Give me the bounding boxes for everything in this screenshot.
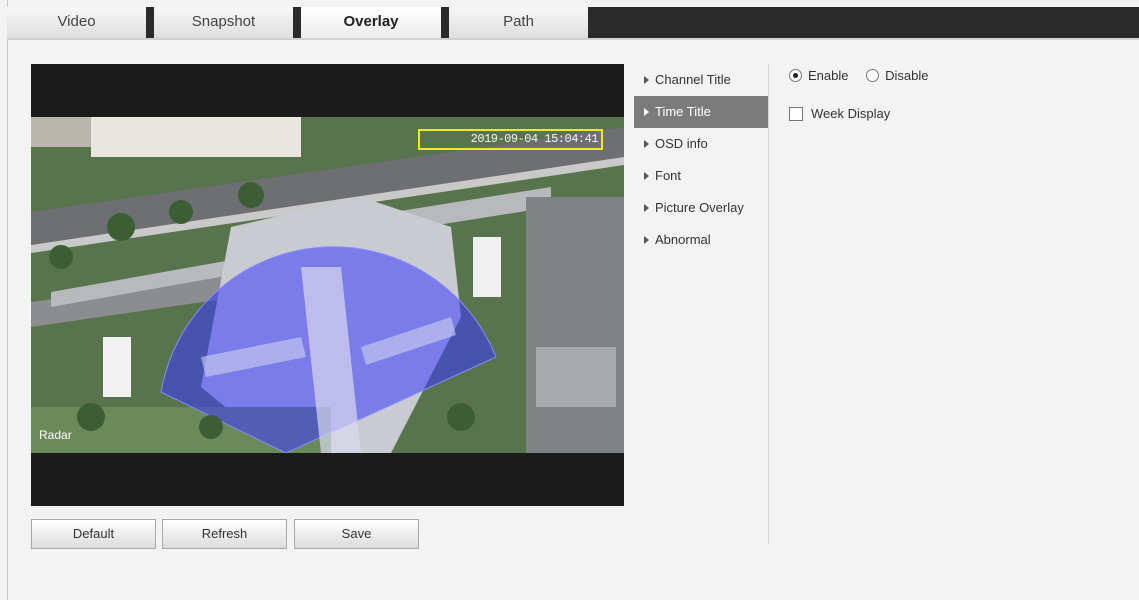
week-display-label: Week Display bbox=[811, 106, 891, 121]
menu-item-label: Font bbox=[655, 168, 682, 183]
menu-item-label: Channel Title bbox=[655, 72, 731, 87]
week-display-checkbox[interactable] bbox=[789, 106, 803, 121]
menu-item-label: OSD info bbox=[655, 136, 708, 151]
aerial-camera-image bbox=[31, 117, 624, 453]
refresh-button[interactable]: Refresh bbox=[162, 519, 287, 549]
aerial-scene bbox=[31, 117, 624, 453]
week-display-option[interactable]: Week Display bbox=[789, 106, 890, 122]
menu-item-picture-overlay[interactable]: Picture Overlay bbox=[634, 192, 768, 224]
caret-right-icon bbox=[644, 171, 649, 180]
menu-item-abnormal[interactable]: Abnormal bbox=[634, 224, 768, 256]
video-preview[interactable]: 2019-09-04 15:04:41 Radar bbox=[31, 64, 624, 506]
default-button[interactable]: Default bbox=[31, 519, 156, 549]
menu-item-font[interactable]: Font bbox=[634, 160, 768, 192]
menu-item-label: Abnormal bbox=[655, 232, 711, 247]
tab-bar-divider bbox=[7, 38, 1139, 40]
caret-right-icon bbox=[644, 75, 649, 84]
caret-right-icon bbox=[644, 235, 649, 244]
tab-overlay[interactable]: Overlay bbox=[301, 7, 449, 39]
menu-item-channel-title[interactable]: Channel Title bbox=[634, 64, 768, 96]
disable-radio[interactable] bbox=[866, 69, 880, 83]
caret-right-icon bbox=[644, 139, 649, 148]
tab-snapshot[interactable]: Snapshot bbox=[154, 7, 301, 39]
tab-video[interactable]: Video bbox=[7, 7, 154, 39]
time-title-osd-box[interactable]: 2019-09-04 15:04:41 bbox=[418, 129, 603, 150]
disable-radio-option[interactable]: Disable bbox=[866, 68, 928, 83]
radar-label: Radar bbox=[39, 428, 72, 442]
caret-right-icon bbox=[644, 203, 649, 212]
enable-label: Enable bbox=[808, 68, 849, 83]
enable-radio[interactable] bbox=[789, 69, 802, 83]
enable-radio-option[interactable]: Enable bbox=[789, 68, 852, 83]
tab-bar: Video Snapshot Overlay Path bbox=[7, 7, 1139, 39]
overlay-menu: Channel Title Time Title OSD info Font P… bbox=[634, 64, 768, 256]
menu-item-label: Picture Overlay bbox=[655, 200, 744, 215]
menu-item-label: Time Title bbox=[655, 104, 711, 119]
disable-label: Disable bbox=[885, 68, 929, 83]
tab-path[interactable]: Path bbox=[449, 7, 596, 39]
enable-disable-group: Enable Disable bbox=[789, 68, 928, 83]
menu-divider bbox=[768, 64, 769, 544]
save-button[interactable]: Save bbox=[294, 519, 419, 549]
caret-right-icon bbox=[644, 107, 649, 116]
menu-item-time-title[interactable]: Time Title bbox=[634, 96, 768, 128]
menu-item-osd-info[interactable]: OSD info bbox=[634, 128, 768, 160]
